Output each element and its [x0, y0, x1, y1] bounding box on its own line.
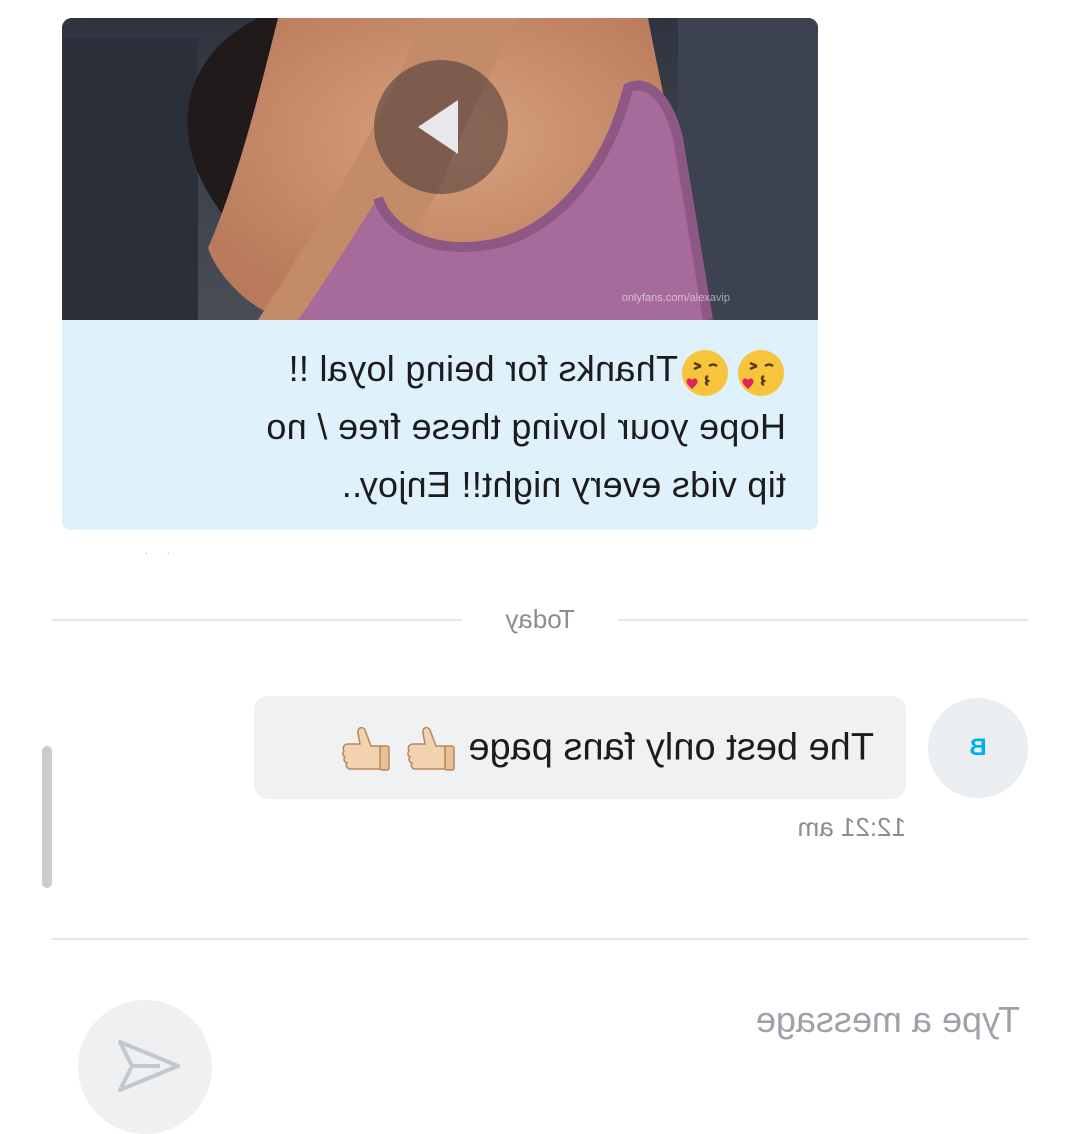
play-icon — [418, 100, 458, 154]
incoming-message-bubble: Thanks for being loyal !! Hope your lovi… — [62, 320, 818, 530]
send-button[interactable] — [78, 1000, 212, 1134]
message-input[interactable] — [300, 992, 1020, 1048]
send-arrow-icon — [118, 1040, 180, 1092]
date-divider-line — [618, 619, 1028, 621]
face-blowing-kiss-icon — [681, 350, 728, 396]
date-divider-label: Today — [505, 604, 575, 634]
play-button[interactable] — [374, 60, 508, 194]
video-message-thumbnail[interactable]: onlyfans.com/alexavip — [62, 18, 818, 320]
avatar[interactable]: B — [928, 698, 1028, 798]
message-status-dots: · · — [136, 548, 170, 559]
message-timestamp: 12:21 am — [797, 812, 906, 842]
composer-divider — [52, 938, 1028, 940]
thumbs-up-icon — [407, 726, 455, 771]
outgoing-message-bubble: The best only fans page — [254, 696, 906, 799]
outgoing-message-text: The best only fans page — [468, 726, 874, 769]
thumbs-up-icon — [342, 726, 391, 771]
face-blowing-kiss-icon — [738, 350, 784, 396]
mirrored-screen: onlyfans.com/alexavip Thanks for being l… — [0, 0, 1080, 1134]
scrollbar-thumb[interactable] — [42, 746, 52, 888]
avatar-initial: B — [969, 734, 987, 761]
date-divider-line — [52, 619, 462, 621]
video-watermark: onlyfans.com/alexavip — [622, 292, 731, 304]
